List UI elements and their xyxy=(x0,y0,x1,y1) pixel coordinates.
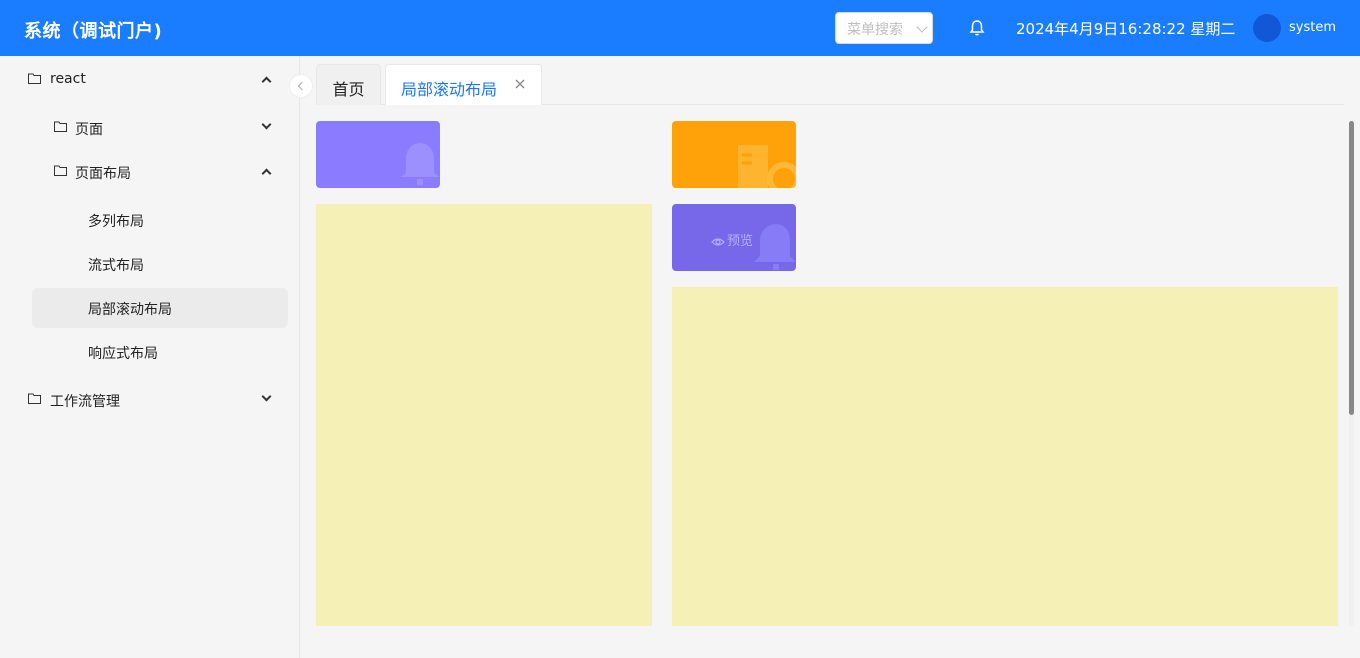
sidebar-item-label: 页面布局 xyxy=(75,166,131,182)
datetime-display: 2024年4月9日16:28:22 星期二 xyxy=(1016,20,1236,38)
sidebar-item-pages[interactable]: 页面 xyxy=(32,108,288,148)
card-violet[interactable]: 预览 xyxy=(672,204,796,271)
card-orange[interactable] xyxy=(672,121,796,188)
menu-search-placeholder: 菜单搜索 xyxy=(847,22,903,38)
sidebar-item-label: 工作流管理 xyxy=(50,394,120,410)
chevron-up-icon xyxy=(261,168,272,179)
sidebar-item-label: react xyxy=(50,71,86,87)
content-scrollbar[interactable] xyxy=(1349,121,1354,626)
scroll-panel-right[interactable] xyxy=(672,287,1338,626)
folder-icon xyxy=(54,165,67,176)
bell-icon xyxy=(400,143,440,185)
username[interactable]: system xyxy=(1289,20,1336,35)
scroll-panel-left[interactable] xyxy=(316,204,652,626)
sidebar-item-page-layout[interactable]: 页面布局 xyxy=(32,152,288,192)
sidebar-item-label: 局部滚动布局 xyxy=(88,302,172,318)
app-title: 系统（调试门户) xyxy=(24,21,163,42)
folder-icon xyxy=(28,73,41,84)
tab-home[interactable]: 首页 xyxy=(316,64,381,105)
folder-icon xyxy=(28,393,41,404)
tab-partial-scroll[interactable]: 局部滚动布局 xyxy=(385,64,542,105)
chevron-down-icon xyxy=(916,21,928,33)
sidebar-item-label: 多列布局 xyxy=(88,214,144,230)
close-icon[interactable] xyxy=(513,77,527,91)
eye-icon xyxy=(711,238,725,246)
tab-label: 首页 xyxy=(332,80,365,99)
sidebar-item-label: 流式布局 xyxy=(88,258,144,274)
sidebar-item-label: 页面 xyxy=(75,122,103,138)
chevron-down-icon xyxy=(261,391,272,402)
sidebar-item-label: 响应式布局 xyxy=(88,346,158,362)
tab-bar: 首页 局部滚动布局 xyxy=(316,64,1344,105)
chevron-up-icon xyxy=(261,76,272,87)
bell-icon[interactable] xyxy=(969,19,985,37)
sidebar-item-fluid[interactable]: 流式布局 xyxy=(32,244,288,284)
sidebar: react 页面 页面布局 多列布局 流式布局 局部滚动布局 响应式布局 工作流… xyxy=(0,56,300,658)
sidebar-item-multi-column[interactable]: 多列布局 xyxy=(32,200,288,240)
menu-search-select[interactable]: 菜单搜索 xyxy=(835,12,933,44)
chevron-left-icon xyxy=(297,81,307,91)
avatar[interactable] xyxy=(1253,14,1281,42)
sidebar-item-workflow[interactable]: 工作流管理 xyxy=(28,380,288,420)
top-header: 系统（调试门户) 菜单搜索 2024年4月9日16:28:22 星期二 syst… xyxy=(0,0,1360,56)
book-icon xyxy=(738,145,796,188)
scrollbar-thumb[interactable] xyxy=(1349,121,1354,415)
preview-label: 预览 xyxy=(727,234,754,249)
card-purple[interactable] xyxy=(316,121,440,188)
tab-label: 局部滚动布局 xyxy=(401,80,498,99)
chevron-down-icon xyxy=(261,119,272,130)
sidebar-item-partial-scroll[interactable]: 局部滚动布局 xyxy=(32,288,288,328)
sidebar-collapse-button[interactable] xyxy=(289,74,313,98)
preview-link[interactable]: 预览 xyxy=(711,230,753,249)
sidebar-item-react[interactable]: react xyxy=(28,60,288,100)
sidebar-item-responsive[interactable]: 响应式布局 xyxy=(32,332,288,372)
folder-icon xyxy=(54,121,67,132)
